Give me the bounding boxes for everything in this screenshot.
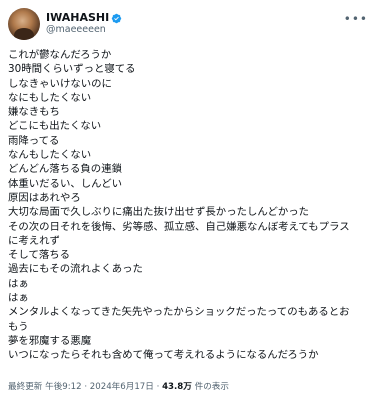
post-text-line: その次の日それを後悔、劣等感、孤立感、自己嫌悪なんぼ考えてもプラス: [8, 220, 350, 233]
post-text: これが鬱なんだろうか 30時間くらいずっと寝てる しなきゃいけないのに なにもしたくな…: [8, 48, 368, 363]
post-card: IWAHASHI @maeeeeen ••• これが鬱なんだろうか 30時間くらい…: [0, 0, 376, 405]
post-timestamp[interactable]: 午後9:12 · 2024年6月17日: [45, 382, 154, 392]
post-text-line: これが鬱なんだろうか: [8, 49, 112, 61]
post-text-line: なにもしたくない: [8, 91, 92, 104]
author-name-row: IWAHASHI: [46, 11, 122, 25]
post-text-line: メンタルよくなってきた矢先やったからショックだったってのもあるとお: [8, 306, 350, 319]
post-text-line: なんもしたくない: [8, 149, 92, 162]
post-text-line: いつになったらそれも含めて俺って考えれるようになるんだろうか: [8, 349, 319, 362]
post-text-line: 原因はあれやろ: [8, 191, 81, 204]
post-text-line: はぁ: [8, 277, 29, 290]
more-horizontal-icon[interactable]: •••: [344, 12, 368, 26]
author-display-name[interactable]: IWAHASHI: [46, 11, 109, 25]
post-text-line: 過去にもその流れよくあった: [8, 263, 143, 276]
post-text-line: はぁ: [8, 292, 29, 305]
post-text-line: どこにも出たくない: [8, 120, 102, 133]
post-text-line: もう: [8, 320, 29, 333]
post-text-line: 夢を邪魔する悪魔: [8, 334, 92, 347]
author-handle[interactable]: @maeeeeen: [46, 24, 122, 36]
post-meta: 最終更新 午後9:12 · 2024年6月17日 · 43.8万 件の表示: [8, 380, 229, 392]
post-text-line: そして落ちる: [8, 249, 71, 262]
post-text-line: どんどん落ちる負の連鎖: [8, 163, 122, 176]
author-block: IWAHASHI @maeeeeen: [46, 11, 122, 37]
avatar[interactable]: [8, 8, 40, 40]
post-text-line: 嫌なきもち: [8, 106, 60, 119]
meta-separator: ·: [153, 382, 163, 392]
post-text-line: に考えれず: [8, 234, 60, 247]
last-updated-label: 最終更新: [8, 382, 46, 392]
post-text-line: 体重いだるい、しんどい: [8, 177, 122, 190]
post-header: IWAHASHI @maeeeeen •••: [8, 6, 368, 42]
verified-badge-icon: [111, 13, 122, 23]
post-text-line: 雨降ってる: [8, 134, 60, 147]
post-text-line: しなきゃいけないのに: [8, 77, 112, 90]
views-count: 43.8万: [162, 382, 192, 392]
post-text-line: 大切な局面で久しぶりに痛出た抜け出せず長かったしんどかった: [8, 206, 310, 219]
post-text-line: 30時間くらいずっと寝てる: [8, 63, 136, 76]
views-label: 件の表示: [191, 382, 229, 392]
